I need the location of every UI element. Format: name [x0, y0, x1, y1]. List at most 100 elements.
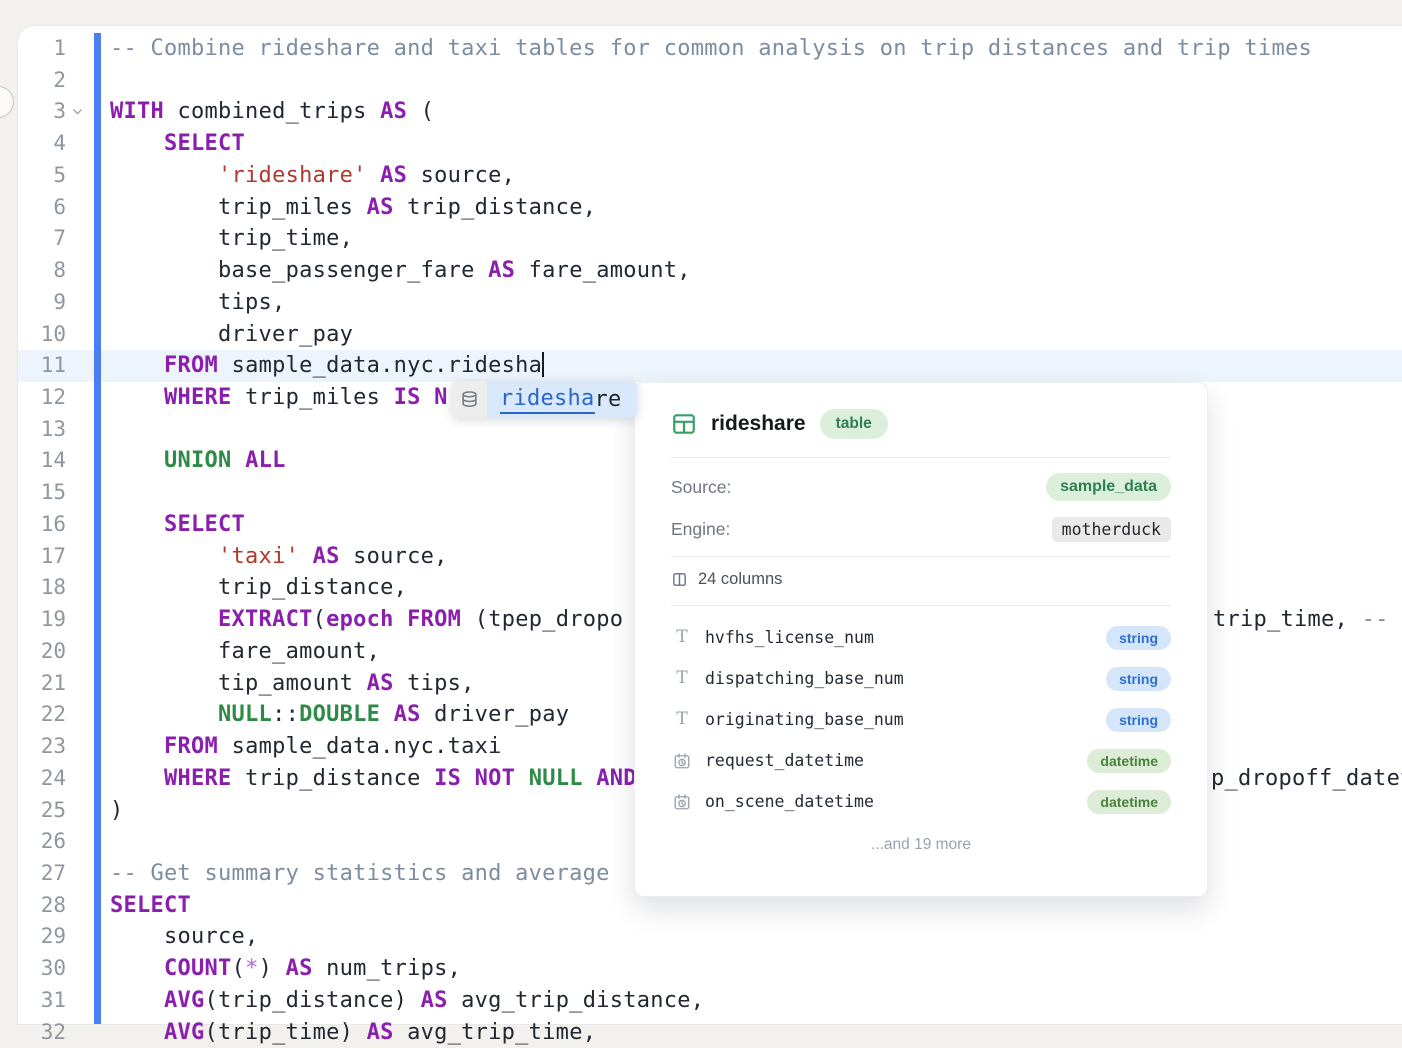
code-text: tips, — [110, 287, 286, 319]
line-number: 24 — [18, 763, 66, 795]
code-text: FROM sample_data.nyc.taxi — [110, 731, 502, 763]
line-number: 19 — [18, 604, 66, 636]
text-type-icon: T — [671, 629, 693, 646]
text-cursor — [542, 352, 544, 377]
line-number: 29 — [18, 921, 66, 953]
code-text: tip_amount AS tips, — [110, 668, 475, 700]
code-text: FROM sample_data.nyc.ridesha — [110, 350, 544, 382]
datetime-type-icon — [671, 752, 693, 770]
autocomplete-rest-text: re — [595, 387, 622, 412]
code-line[interactable]: 3 WITH combined_trips AS ( — [18, 96, 1402, 128]
column-row: on_scene_datetimedatetime — [671, 781, 1171, 822]
source-row: Source: sample_data — [671, 472, 1171, 502]
column-name: originating_base_num — [705, 710, 904, 729]
column-row: request_datetimedatetime — [671, 740, 1171, 781]
code-line[interactable]: 10 driver_pay — [18, 319, 1402, 351]
column-row: Tdispatching_base_numstring — [671, 658, 1171, 699]
code-text: fare_amount, — [110, 636, 380, 668]
code-line[interactable]: 8 base_passenger_fare AS fare_amount, — [18, 255, 1402, 287]
line-number: 32 — [18, 1017, 66, 1048]
code-line[interactable]: 29 source, — [18, 921, 1402, 953]
line-number: 10 — [18, 319, 66, 351]
line-number: 25 — [18, 795, 66, 827]
source-label: Source: — [671, 477, 731, 498]
autocomplete-suggestion[interactable]: rideshare — [487, 381, 637, 418]
code-line[interactable]: 7 trip_time, — [18, 223, 1402, 255]
code-text: base_passenger_fare AS fare_amount, — [110, 255, 691, 287]
code-line[interactable]: 11 FROM sample_data.nyc.ridesha — [18, 350, 1402, 382]
code-line[interactable]: 2 — [18, 65, 1402, 97]
table-type-badge: table — [820, 409, 888, 439]
line-number: 30 — [18, 953, 66, 985]
code-text: 'rideshare' AS source, — [110, 160, 515, 192]
code-text: driver_pay — [110, 319, 353, 351]
code-line[interactable]: 30 COUNT(*) AS num_trips, — [18, 953, 1402, 985]
line-number: 20 — [18, 636, 66, 668]
source-value-badge: sample_data — [1046, 473, 1171, 501]
code-line[interactable]: 9 tips, — [18, 287, 1402, 319]
line-number: 5 — [18, 160, 66, 192]
code-text: ) — [110, 795, 124, 827]
code-text: AVG(trip_time) AS avg_trip_time, — [110, 1017, 596, 1048]
code-text: source, — [110, 921, 259, 953]
line-number: 12 — [18, 382, 66, 414]
divider — [671, 556, 1171, 557]
line-number: 8 — [18, 255, 66, 287]
code-line[interactable]: 32 AVG(trip_time) AS avg_trip_time, — [18, 1017, 1402, 1048]
popover-header: rideshare table — [671, 407, 1171, 441]
text-type-icon: T — [671, 670, 693, 687]
line-number: 1 — [18, 33, 66, 65]
line-number: 22 — [18, 699, 66, 731]
line-number: 18 — [18, 572, 66, 604]
line-number: 23 — [18, 731, 66, 763]
engine-value-badge: motherduck — [1052, 517, 1171, 542]
text-type-icon: T — [671, 711, 693, 728]
code-text: SELECT — [110, 509, 245, 541]
code-line[interactable]: 1-- Combine rideshare and taxi tables fo… — [18, 33, 1402, 65]
line-number: 17 — [18, 541, 66, 573]
more-columns-note: ...and 19 more — [671, 830, 1171, 860]
code-text: UNION ALL — [110, 445, 286, 477]
line-number: 21 — [18, 668, 66, 700]
code-text: NULL::DOUBLE AS driver_pay — [110, 699, 569, 731]
table-name: rideshare — [711, 412, 806, 436]
line-number: 27 — [18, 858, 66, 890]
code-text: WITH combined_trips AS ( — [110, 96, 434, 128]
code-text: WHERE trip_distance IS NOT NULL AND — [110, 763, 637, 795]
code-text: trip_miles AS trip_distance, — [110, 192, 596, 224]
line-number: 7 — [18, 223, 66, 255]
database-icon — [452, 381, 487, 418]
code-text: WHERE trip_miles IS N — [110, 382, 448, 414]
column-name: dispatching_base_num — [705, 669, 904, 688]
line-number: 11 — [18, 350, 66, 382]
code-line[interactable]: 31 AVG(trip_distance) AS avg_trip_distan… — [18, 985, 1402, 1017]
code-line[interactable]: 4 SELECT — [18, 128, 1402, 160]
fold-chevron-icon[interactable] — [71, 105, 85, 119]
columns-list: Thvfhs_license_num string Tdispatching_bas… — [671, 617, 1171, 822]
line-number: 9 — [18, 287, 66, 319]
line-number: 26 — [18, 826, 66, 858]
gutter-change-bar — [94, 33, 101, 1024]
autocomplete-item[interactable]: rideshare — [452, 381, 637, 418]
line-number: 3 — [18, 96, 66, 128]
engine-row: Engine: motherduck — [671, 514, 1171, 544]
divider — [671, 605, 1171, 606]
collapsed-side-handle[interactable] — [0, 86, 14, 118]
column-type-badge: string — [1106, 626, 1171, 650]
code-line[interactable]: 6 trip_miles AS trip_distance, — [18, 192, 1402, 224]
code-text: AVG(trip_distance) AS avg_trip_distance, — [110, 985, 704, 1017]
code-text: 'taxi' AS source, — [110, 541, 448, 573]
column-type-badge: datetime — [1087, 749, 1171, 773]
column-type-badge: datetime — [1087, 790, 1171, 814]
table-info-popover: rideshare table Source: sample_data Engi… — [634, 382, 1208, 897]
column-name: hvfhs_license_num — [705, 628, 874, 647]
table-icon — [671, 411, 697, 437]
autocomplete-matched-text: ridesha — [500, 386, 595, 414]
code-text: SELECT — [110, 890, 191, 922]
code-line[interactable]: 5 'rideshare' AS source, — [18, 160, 1402, 192]
code-text: COUNT(*) AS num_trips, — [110, 953, 461, 985]
line-number: 28 — [18, 890, 66, 922]
line-number: 4 — [18, 128, 66, 160]
code-text: -- Get summary statistics and average — [110, 858, 610, 890]
code-text: trip_distance, — [110, 572, 407, 604]
